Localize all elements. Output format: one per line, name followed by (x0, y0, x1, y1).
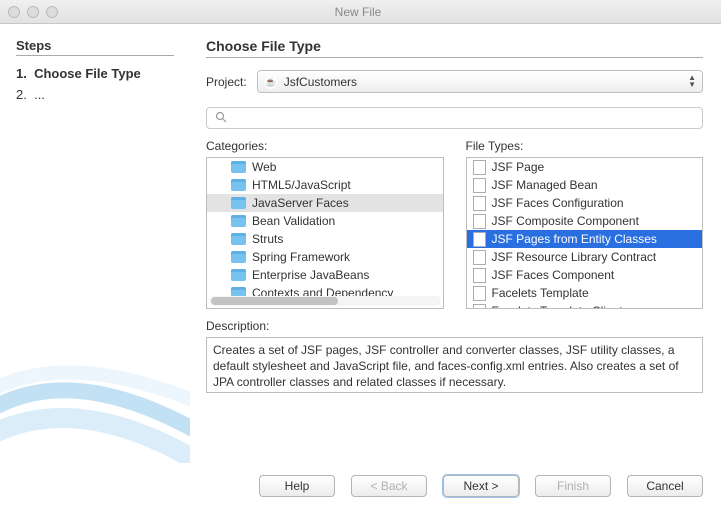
cancel-button[interactable]: Cancel (627, 475, 703, 497)
scrollbar-horizontal[interactable] (209, 296, 441, 306)
category-label: Bean Validation (252, 214, 335, 228)
file-icon (473, 286, 486, 301)
step-item: 1. Choose File Type (16, 64, 174, 85)
file-type-item[interactable]: Facelets Template Client (467, 302, 703, 308)
file-type-item[interactable]: JSF Faces Component (467, 266, 703, 284)
category-label: Enterprise JavaBeans (252, 268, 369, 282)
file-type-item[interactable]: JSF Managed Bean (467, 176, 703, 194)
file-icon (473, 250, 486, 265)
folder-icon (231, 179, 246, 191)
file-types-list[interactable]: JSF Page JSF Managed Bean JSF Faces Config… (466, 157, 704, 309)
folder-icon (231, 197, 246, 209)
file-icon (473, 304, 486, 309)
categories-label: Categories: (206, 139, 444, 153)
wizard-sidebar: Steps 1. Choose File Type2. ... (0, 24, 190, 463)
file-type-item[interactable]: JSF Composite Component (467, 212, 703, 230)
folder-icon (231, 269, 246, 281)
file-type-label: Facelets Template (492, 286, 589, 300)
file-type-item[interactable]: JSF Pages from Entity Classes (467, 230, 703, 248)
step-label: ... (34, 87, 45, 102)
file-type-item[interactable]: Facelets Template (467, 284, 703, 302)
file-type-label: JSF Managed Bean (492, 178, 598, 192)
file-type-label: JSF Pages from Entity Classes (492, 232, 657, 246)
wizard-main: Choose File Type Project: ☕ JsfCustomers… (190, 24, 721, 463)
filter-input[interactable] (233, 110, 694, 126)
step-item: 2. ... (16, 85, 174, 106)
description-text: Creates a set of JSF pages, JSF controll… (206, 337, 703, 393)
titlebar: New File (0, 0, 721, 24)
category-label: Struts (252, 232, 283, 246)
decorative-swoosh (0, 313, 190, 483)
category-item[interactable]: Web (207, 158, 443, 176)
file-icon (473, 214, 486, 229)
window-controls (8, 6, 58, 18)
step-number: 2. (16, 87, 34, 102)
category-item[interactable]: Spring Framework (207, 248, 443, 266)
category-label: Spring Framework (252, 250, 350, 264)
category-label: Web (252, 160, 276, 174)
close-window-button[interactable] (8, 6, 20, 18)
file-icon (473, 196, 486, 211)
categories-list[interactable]: Web HTML5/JavaScript JavaServer Faces Bean … (206, 157, 444, 309)
file-type-label: JSF Composite Component (492, 214, 639, 228)
step-label: Choose File Type (34, 66, 141, 81)
project-label: Project: (206, 75, 247, 89)
folder-icon (231, 287, 246, 296)
file-type-label: JSF Faces Configuration (492, 196, 624, 210)
category-label: Contexts and Dependency (252, 286, 393, 296)
wizard-button-bar: Help < Back Next > Finish Cancel (0, 463, 721, 509)
project-icon: ☕ (264, 75, 278, 89)
file-type-item[interactable]: JSF Page (467, 158, 703, 176)
file-type-label: JSF Page (492, 160, 545, 174)
step-number: 1. (16, 66, 34, 81)
next-button[interactable]: Next > (443, 475, 519, 497)
file-type-label: JSF Faces Component (492, 268, 615, 282)
category-item[interactable]: HTML5/JavaScript (207, 176, 443, 194)
window-title: New File (58, 5, 658, 19)
scrollbar-thumb[interactable] (211, 297, 338, 305)
category-item[interactable]: Bean Validation (207, 212, 443, 230)
help-button[interactable]: Help (259, 475, 335, 497)
file-type-item[interactable]: JSF Resource Library Contract (467, 248, 703, 266)
category-item[interactable]: Enterprise JavaBeans (207, 266, 443, 284)
category-label: HTML5/JavaScript (252, 178, 351, 192)
finish-button[interactable]: Finish (535, 475, 611, 497)
description-label: Description: (206, 319, 703, 333)
filter-field[interactable] (206, 107, 703, 129)
category-item[interactable]: Struts (207, 230, 443, 248)
project-select[interactable]: ☕ JsfCustomers ▲▼ (257, 70, 703, 93)
category-label: JavaServer Faces (252, 196, 349, 210)
page-title: Choose File Type (206, 38, 703, 58)
file-type-label: JSF Resource Library Contract (492, 250, 657, 264)
folder-icon (231, 233, 246, 245)
project-value: JsfCustomers (284, 75, 357, 89)
minimize-window-button[interactable] (27, 6, 39, 18)
chevron-updown-icon: ▲▼ (688, 75, 696, 88)
folder-icon (231, 251, 246, 263)
steps-list: 1. Choose File Type2. ... (16, 64, 174, 106)
file-icon (473, 160, 486, 175)
file-icon (473, 268, 486, 283)
file-icon (473, 232, 486, 247)
file-icon (473, 178, 486, 193)
steps-heading: Steps (16, 38, 174, 56)
search-icon (215, 111, 227, 126)
category-item[interactable]: Contexts and Dependency (207, 284, 443, 296)
folder-icon (231, 161, 246, 173)
file-type-label: Facelets Template Client (492, 304, 623, 308)
zoom-window-button[interactable] (46, 6, 58, 18)
folder-icon (231, 215, 246, 227)
back-button[interactable]: < Back (351, 475, 427, 497)
file-types-label: File Types: (466, 139, 704, 153)
category-item[interactable]: JavaServer Faces (207, 194, 443, 212)
file-type-item[interactable]: JSF Faces Configuration (467, 194, 703, 212)
